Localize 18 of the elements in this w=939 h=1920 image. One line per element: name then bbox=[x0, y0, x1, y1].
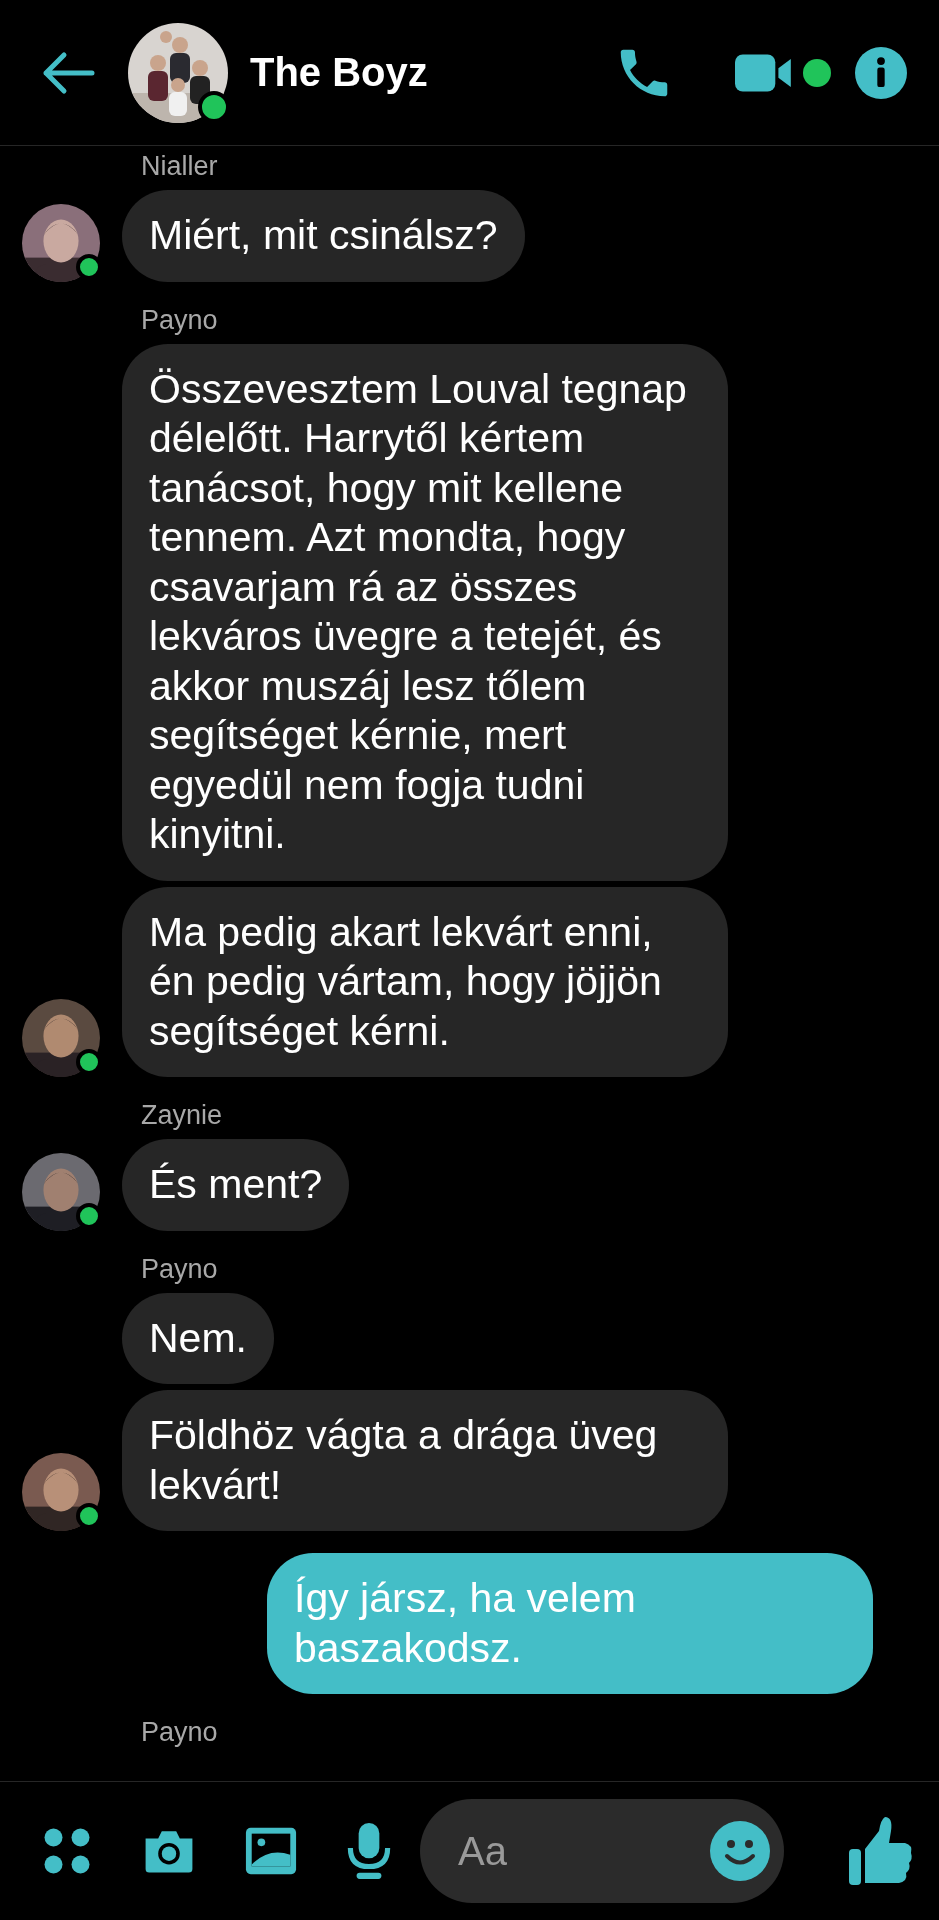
message-input[interactable]: Aa bbox=[420, 1799, 784, 1903]
message-bubble: Összevesztem Louval tegnap délelőtt. Harrytől kértem tanácsot, hogy mit kellene tennem. Azt mondta, hogy csavarjam rá az összes lekváros üvegre a tetejét, és akkor muszáj lesz tőlem segítséget kérnie, mert egyedül nem fogja tudni kinyitni. bbox=[122, 343, 728, 881]
message-bubble: Így jársz, ha velem baszakodsz. bbox=[267, 1553, 873, 1694]
thumbs-up-icon[interactable] bbox=[847, 1815, 913, 1887]
sender-name: Payno bbox=[141, 1716, 219, 1748]
sender-name: Nialler bbox=[141, 150, 219, 182]
message-bubble: Ma pedig akart lekvárt enni, én pedig vártam, hogy jöjjön segítséget kérni. bbox=[122, 886, 728, 1077]
sender-name: Zaynie bbox=[141, 1099, 224, 1131]
info-icon[interactable] bbox=[855, 46, 907, 99]
message-bubble: Nem. bbox=[122, 1292, 274, 1384]
emoji-icon[interactable] bbox=[710, 1821, 770, 1881]
microphone-icon[interactable] bbox=[346, 1821, 392, 1881]
sender-name: Payno bbox=[141, 303, 219, 336]
message-bubble: Földhöz vágta a drága üveg lekvárt! bbox=[122, 1390, 728, 1531]
message-bubble: Miért, mit csinálsz? bbox=[122, 190, 525, 282]
message-bubble: És ment? bbox=[122, 1139, 350, 1231]
sender-name: Payno bbox=[141, 1252, 219, 1285]
chat-title: The Boyz bbox=[250, 50, 428, 95]
